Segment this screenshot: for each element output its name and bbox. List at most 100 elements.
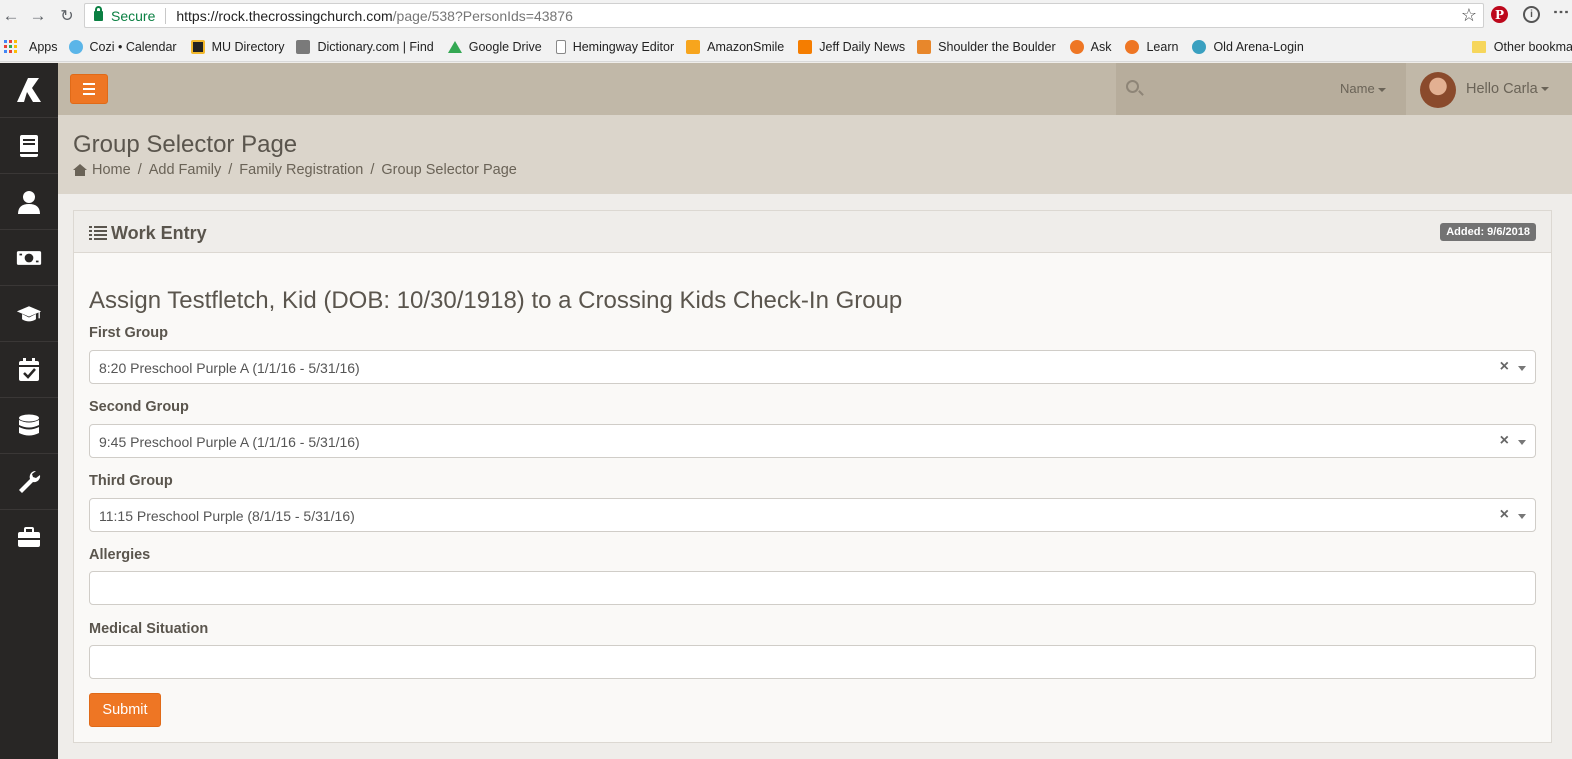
sidebar-item-finance[interactable] xyxy=(0,229,58,285)
added-date-badge: Added: 9/6/2018 xyxy=(1440,223,1536,241)
third-group-select[interactable]: 11:15 Preschool Purple (8/1/15 - 5/31/16… xyxy=(89,498,1536,532)
sidebar-item-learning[interactable] xyxy=(0,285,58,341)
info-extension-icon[interactable]: i xyxy=(1523,6,1540,23)
url-host: https://rock.thecrossingchurch.com xyxy=(176,7,393,24)
bookmark-cozi[interactable]: Cozi • Calendar xyxy=(68,32,177,61)
submit-button[interactable]: Submit xyxy=(89,693,161,727)
bookmark-label: AmazonSmile xyxy=(707,39,785,54)
sidebar-item-calendar[interactable] xyxy=(0,341,58,397)
bookmark-label: Ask xyxy=(1090,39,1112,54)
bookmark-label: MU Directory xyxy=(211,39,285,54)
clear-icon[interactable]: × xyxy=(1500,506,1509,524)
clear-icon[interactable]: × xyxy=(1500,432,1509,450)
bookmark-old-arena[interactable]: Old Arena-Login xyxy=(1192,32,1304,61)
bookmark-label: Jeff Daily News xyxy=(819,39,906,54)
pinterest-extension-icon[interactable]: P xyxy=(1491,6,1508,23)
bookmark-jeff-daily-news[interactable]: Jeff Daily News xyxy=(798,32,906,61)
browser-menu-icon[interactable]: ⋮ xyxy=(1552,4,1569,17)
breadcrumb-separator: / xyxy=(137,162,142,178)
bookmark-amazonsmile[interactable]: AmazonSmile xyxy=(686,32,785,61)
page-header: Group Selector Page Home / Add Family / … xyxy=(58,115,1572,194)
breadcrumb-current: Group Selector Page xyxy=(381,162,517,178)
dictionary-icon xyxy=(296,39,311,54)
allergies-field[interactable] xyxy=(89,571,1536,605)
avatar[interactable] xyxy=(1420,72,1456,108)
database-icon xyxy=(19,414,39,435)
bookmark-dictionary[interactable]: Dictionary.com | Find xyxy=(296,32,434,61)
bookmark-learn[interactable]: Learn xyxy=(1125,32,1179,61)
user-menu[interactable]: Hello Carla xyxy=(1466,81,1549,97)
reload-icon[interactable]: ↻ xyxy=(56,5,78,27)
page-icon xyxy=(555,39,566,54)
breadcrumb-family-registration[interactable]: Family Registration xyxy=(239,162,363,178)
user-greeting: Hello Carla xyxy=(1466,81,1538,97)
assign-heading: Assign Testfletch, Kid (DOB: 10/30/1918)… xyxy=(89,287,903,314)
bookmark-label: Learn xyxy=(1146,39,1179,54)
breadcrumb: Home / Add Family / Family Registration … xyxy=(73,162,517,178)
breadcrumb-home[interactable]: Home xyxy=(92,162,131,178)
sidebar xyxy=(0,63,58,759)
search-filter-dropdown[interactable]: Name xyxy=(1340,81,1386,96)
bookmark-other[interactable]: Other bookmarks xyxy=(1471,32,1572,61)
allergies-label: Allergies xyxy=(89,547,151,563)
second-group-select[interactable]: 9:45 Preschool Purple A (1/1/16 - 5/31/1… xyxy=(89,424,1536,458)
secure-label: Secure xyxy=(111,7,156,24)
forward-arrow-icon[interactable]: → xyxy=(27,5,49,27)
person-icon xyxy=(18,190,40,214)
chevron-down-icon xyxy=(1518,440,1526,445)
first-group-value: 8:20 Preschool Purple A (1/1/16 - 5/31/1… xyxy=(99,360,360,376)
back-arrow-icon[interactable]: ← xyxy=(0,5,22,27)
home-icon xyxy=(73,164,87,176)
address-bar[interactable]: Secure https://rock.thecrossingchurch.co… xyxy=(84,3,1484,28)
browser-toolbar: ← → ↻ Secure https://rock.thecrossingchu… xyxy=(0,0,1572,32)
medical-situation-label: Medical Situation xyxy=(89,621,209,637)
sidebar-item-pages[interactable] xyxy=(0,117,58,173)
lock-icon xyxy=(94,5,103,21)
bookmark-mu-directory[interactable]: MU Directory xyxy=(190,32,285,61)
top-navbar: Name Hello Carla xyxy=(58,63,1572,115)
bookmark-label: Shoulder the Boulder xyxy=(938,39,1056,54)
panel-title: Work Entry xyxy=(111,223,207,243)
bookmark-label: Old Arena-Login xyxy=(1213,39,1304,54)
page-title: Group Selector Page xyxy=(73,131,298,158)
clear-icon[interactable]: × xyxy=(1500,358,1509,376)
bookmark-ask[interactable]: Ask xyxy=(1069,32,1112,61)
briefcase-icon xyxy=(18,526,40,547)
bookmark-apps[interactable]: Apps xyxy=(0,32,58,61)
breadcrumb-separator: / xyxy=(370,162,375,178)
cozi-icon xyxy=(68,39,83,54)
search-filter-label: Name xyxy=(1340,81,1375,96)
bookmark-label: Google Drive xyxy=(468,39,542,54)
rock-icon xyxy=(1069,39,1084,54)
sidebar-item-people[interactable] xyxy=(0,173,58,229)
bookmark-shoulder-boulder[interactable]: Shoulder the Boulder xyxy=(917,32,1056,61)
first-group-select[interactable]: 8:20 Preschool Purple A (1/1/16 - 5/31/1… xyxy=(89,350,1536,384)
rock-icon xyxy=(1125,39,1140,54)
blogger-icon xyxy=(798,39,813,54)
breadcrumb-add-family[interactable]: Add Family xyxy=(149,162,222,178)
bookmarks-bar: Apps Cozi • Calendar MU Directory Dictio… xyxy=(0,32,1572,62)
bookmark-hemingway[interactable]: Hemingway Editor xyxy=(555,32,674,61)
google-drive-icon xyxy=(447,40,462,53)
bookmark-label: Dictionary.com | Find xyxy=(317,39,434,54)
bookmark-google-drive[interactable]: Google Drive xyxy=(447,32,542,61)
url-path: /page/538?PersonIds=43876 xyxy=(392,7,573,24)
chevron-down-icon xyxy=(1518,514,1526,519)
medical-situation-field[interactable] xyxy=(89,645,1536,679)
menu-toggle-button[interactable] xyxy=(70,74,108,104)
rock-logo-icon xyxy=(17,78,41,102)
hamburger-icon-line xyxy=(83,93,95,95)
mu-tiger-icon xyxy=(190,39,205,54)
search-icon xyxy=(1126,80,1139,93)
sidebar-item-admin[interactable] xyxy=(0,509,58,565)
sidebar-item-tools[interactable] xyxy=(0,453,58,509)
book-icon xyxy=(20,134,38,157)
chevron-down-icon xyxy=(1377,87,1386,92)
bookmark-label: Cozi • Calendar xyxy=(89,39,177,54)
bookmark-star-icon[interactable]: ☆ xyxy=(1461,5,1477,26)
search-input[interactable]: Name xyxy=(1116,63,1406,115)
sidebar-item-data[interactable] xyxy=(0,397,58,453)
apps-grid-icon xyxy=(4,40,17,53)
rock-logo[interactable] xyxy=(0,63,58,117)
money-icon xyxy=(16,250,42,265)
